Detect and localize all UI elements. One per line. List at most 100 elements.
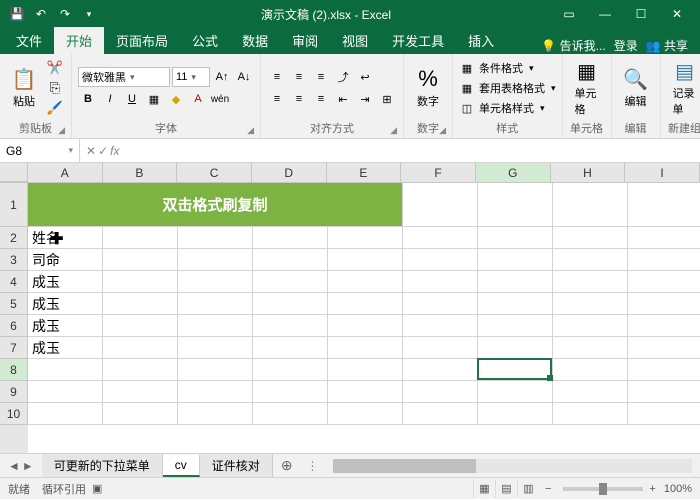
cell[interactable]: 成玉 [28,315,103,337]
row-header[interactable]: 5 [0,293,28,315]
cell[interactable] [403,359,478,381]
cell[interactable] [178,337,253,359]
cell[interactable] [28,381,103,403]
conditional-format-button[interactable]: ▦条件格式▾ [459,60,556,76]
cell[interactable] [253,227,328,249]
cell[interactable] [553,183,628,227]
align-right-icon[interactable]: ≡ [311,89,331,109]
cell[interactable] [478,249,553,271]
cell[interactable] [253,293,328,315]
format-painter-icon[interactable]: 🖌️ [45,99,65,117]
row-header[interactable]: 8 [0,359,28,381]
increase-font-icon[interactable]: A↑ [212,67,232,87]
col-header[interactable]: I [625,163,700,182]
col-header[interactable]: C [177,163,252,182]
bold-button[interactable]: B [78,89,98,109]
align-top-icon[interactable]: ≡ [267,67,287,87]
tab-split-icon[interactable]: ⋮ [301,459,325,473]
align-middle-icon[interactable]: ≡ [289,67,309,87]
cell[interactable] [478,183,553,227]
cut-icon[interactable]: ✂️ [45,59,65,77]
sheet-tab[interactable]: 证件核对 [200,454,273,477]
cell[interactable] [553,271,628,293]
row-header[interactable]: 2 [0,227,28,249]
sheet-tab[interactable]: cv [163,455,200,477]
fill-color-icon[interactable]: ◆ [166,89,186,109]
cell[interactable] [178,359,253,381]
cell[interactable] [103,315,178,337]
font-launcher[interactable]: ◢ [247,125,254,136]
name-box[interactable]: G8▾ [0,139,80,162]
cell[interactable] [478,359,553,381]
cell[interactable] [403,227,478,249]
row-header[interactable]: 9 [0,381,28,403]
underline-button[interactable]: U [122,89,142,109]
row-header[interactable]: 4 [0,271,28,293]
cell[interactable] [328,403,403,425]
tab-home[interactable]: 开始 [54,27,104,54]
cell[interactable] [403,403,478,425]
cell[interactable] [628,249,700,271]
sheet-tab[interactable]: 可更新的下拉菜单 [42,454,163,477]
border-icon[interactable]: ▦ [144,89,164,109]
zoom-level[interactable]: 100% [664,483,692,495]
cell[interactable] [478,337,553,359]
cell[interactable] [178,293,253,315]
decrease-font-icon[interactable]: A↓ [234,67,254,87]
font-name-combo[interactable]: 微软雅黑▾ [78,67,170,87]
cell[interactable] [103,381,178,403]
col-header[interactable]: G [476,163,551,182]
col-header[interactable]: D [252,163,327,182]
page-break-view-icon[interactable]: ▥ [517,480,539,498]
close-icon[interactable]: ✕ [660,4,694,24]
sheet-nav-next-icon[interactable]: ► [22,459,34,473]
cell[interactable] [103,249,178,271]
cell[interactable] [628,359,700,381]
cell[interactable] [553,403,628,425]
cell[interactable] [328,249,403,271]
copy-icon[interactable]: ⎘ [45,79,65,97]
merged-title-cell[interactable]: 双击格式刷复制 [28,183,403,227]
cell[interactable] [628,227,700,249]
col-header[interactable]: A [28,163,103,182]
italic-button[interactable]: I [100,89,120,109]
cell[interactable] [628,271,700,293]
tab-data[interactable]: 数据 [230,27,280,54]
cell[interactable] [253,381,328,403]
maximize-icon[interactable]: ☐ [624,4,658,24]
ribbon-options-icon[interactable]: ▭ [552,4,586,24]
number-launcher[interactable]: ◢ [439,125,446,136]
cell[interactable] [28,403,103,425]
cell[interactable] [328,315,403,337]
tab-review[interactable]: 审阅 [280,27,330,54]
row-header[interactable]: 1 [0,183,28,227]
cell[interactable] [628,183,700,227]
zoom-in-icon[interactable]: + [649,483,655,495]
cell[interactable] [178,403,253,425]
indent-inc-icon[interactable]: ⇥ [355,89,375,109]
tab-insert[interactable]: 插入 [456,27,506,54]
font-color-icon[interactable]: A [188,89,208,109]
cell[interactable] [403,315,478,337]
cell[interactable] [478,315,553,337]
row-header[interactable]: 6 [0,315,28,337]
cell[interactable] [628,293,700,315]
editing-button[interactable]: 🔍 编辑 [618,65,654,111]
tab-view[interactable]: 视图 [330,27,380,54]
orientation-icon[interactable]: ⤴ [333,67,353,87]
cell[interactable] [253,249,328,271]
cell[interactable]: 成玉 [28,271,103,293]
minimize-icon[interactable]: — [588,4,622,24]
cell[interactable] [253,359,328,381]
cell[interactable] [103,271,178,293]
indent-dec-icon[interactable]: ⇤ [333,89,353,109]
record-form-button[interactable]: ▤ 记录单 [667,57,700,119]
cell[interactable] [178,381,253,403]
align-left-icon[interactable]: ≡ [267,89,287,109]
cell[interactable] [328,227,403,249]
cell[interactable] [328,271,403,293]
page-layout-view-icon[interactable]: ▤ [495,480,517,498]
cell[interactable] [253,271,328,293]
cell[interactable] [403,293,478,315]
cell[interactable] [553,293,628,315]
